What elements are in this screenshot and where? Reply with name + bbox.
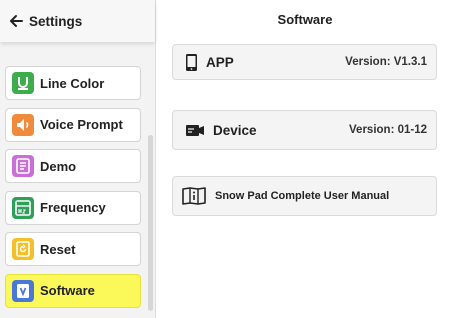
phone-icon <box>185 53 198 72</box>
app-version: Version: V1.3.1 <box>345 56 427 68</box>
software-icon <box>12 279 34 302</box>
sidebar: Settings Line Color Voice Prompt Demo Fr… <box>0 0 156 318</box>
back-arrow-icon[interactable] <box>9 14 23 28</box>
settings-back-label[interactable]: Settings <box>29 14 82 29</box>
speaker-icon <box>12 113 34 136</box>
user-manual-button[interactable]: Snow Pad Complete User Manual <box>172 176 437 216</box>
menu-item-reset[interactable]: Reset <box>5 232 141 267</box>
menu-item-label: Demo <box>40 158 77 174</box>
frequency-icon <box>12 196 34 219</box>
menu-item-demo[interactable]: Demo <box>5 149 141 184</box>
menu-item-software[interactable]: Software <box>5 273 141 308</box>
menu-item-label: Line Color <box>40 75 105 91</box>
document-icon <box>12 155 34 178</box>
manual-book-icon <box>182 187 206 205</box>
sidebar-scrollbar[interactable] <box>148 135 153 311</box>
menu-item-label: Frequency <box>40 200 106 216</box>
device-version-card: Device Version: 01-12 <box>172 110 437 150</box>
menu-item-label: Reset <box>40 241 76 257</box>
menu-item-voice-prompt[interactable]: Voice Prompt <box>5 107 141 142</box>
menu-item-frequency[interactable]: Frequency <box>5 190 141 225</box>
device-icon <box>185 123 205 137</box>
app-label: APP <box>206 54 234 70</box>
menu-item-line-color[interactable]: Line Color <box>5 66 141 100</box>
settings-header[interactable]: Settings <box>0 0 155 42</box>
device-label: Device <box>213 122 257 138</box>
page-title: Software <box>277 12 333 27</box>
app-version-card: APP Version: V1.3.1 <box>172 44 437 80</box>
menu-item-label: Software <box>40 283 95 299</box>
device-version: Version: 01-12 <box>349 124 427 136</box>
settings-menu: Line Color Voice Prompt Demo Frequency R… <box>5 66 141 316</box>
reset-icon <box>12 238 34 261</box>
menu-item-label: Voice Prompt <box>40 117 123 133</box>
user-manual-label: Snow Pad Complete User Manual <box>215 190 390 202</box>
line-color-icon <box>12 72 34 94</box>
